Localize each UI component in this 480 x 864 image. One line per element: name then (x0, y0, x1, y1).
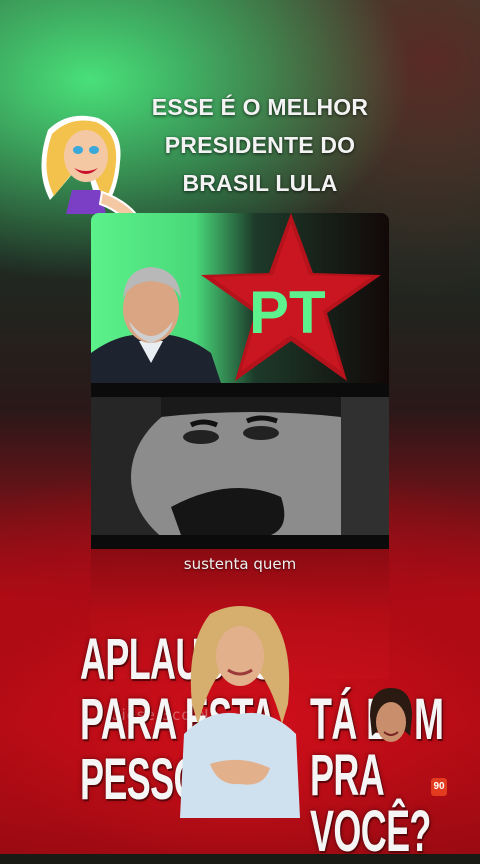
overlay-text-right-2: M (414, 687, 444, 752)
video-divider (91, 383, 389, 397)
headline-line-3: BRASIL LULA (182, 170, 338, 196)
headline-line-1: ESSE É O MELHOR (151, 94, 369, 120)
overlay-text-right-3: PRA VOCÊ? (310, 743, 431, 864)
portrait-figure (91, 267, 221, 383)
small-face-icon (370, 688, 412, 742)
headline-line-2: PRESIDENTE DO (164, 132, 356, 158)
video-panel-bw (91, 397, 389, 535)
pt-logo-text: PT (249, 279, 326, 346)
video-panel-pt: PT (91, 213, 389, 383)
headline: ESSE É O MELHOR PRESIDENTE DO BRASIL LUL… (110, 88, 410, 202)
caption-text: sustenta quem (183, 555, 297, 573)
channel-badge: 90 (431, 778, 447, 796)
presenter-figure (180, 606, 300, 818)
video-divider (91, 535, 389, 549)
